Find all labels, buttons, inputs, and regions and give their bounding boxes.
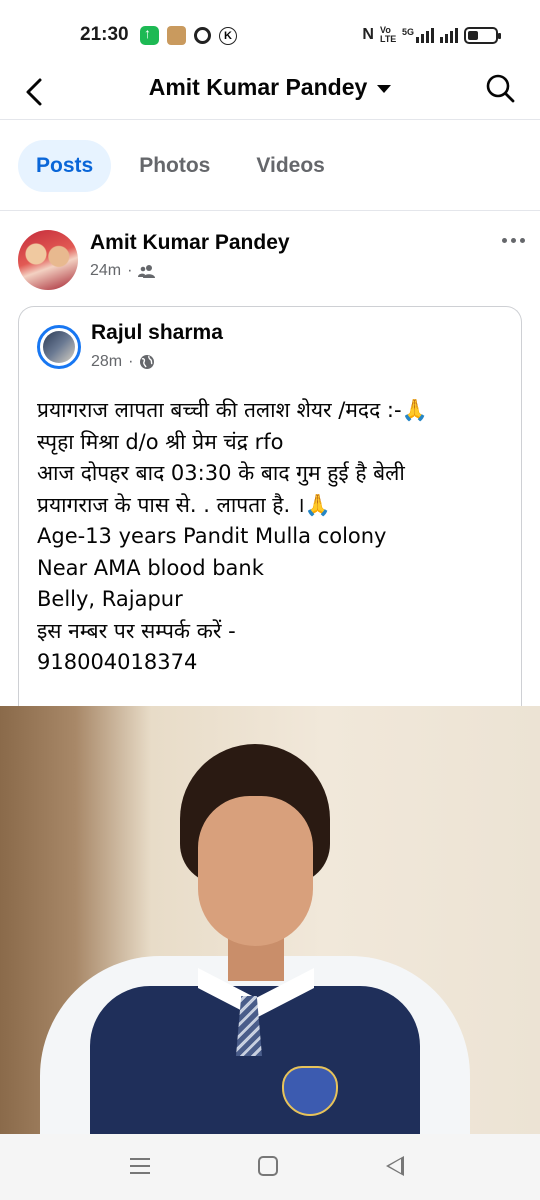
- profile-tabs: Posts Photos Videos: [0, 121, 540, 211]
- profile-switcher[interactable]: Amit Kumar Pandey: [149, 74, 392, 101]
- more-options-button[interactable]: [498, 230, 528, 250]
- home-button[interactable]: [258, 1156, 278, 1176]
- more-dot: [501, 237, 507, 243]
- battery-icon: [464, 26, 501, 44]
- tab-photos[interactable]: Photos: [121, 140, 228, 192]
- status-time: 21:30: [80, 24, 129, 45]
- post-meta: 24m ·: [90, 262, 156, 280]
- post-text-line: प्रयागराज लापता बच्ची की तलाश शेयर /मदद …: [37, 398, 428, 422]
- post-author[interactable]: Amit Kumar Pandey: [90, 231, 290, 255]
- more-dot: [519, 237, 525, 243]
- notification-icons: K: [140, 25, 237, 45]
- menu-line: [130, 1172, 150, 1174]
- search-button[interactable]: [484, 72, 516, 106]
- more-dot: [510, 237, 516, 243]
- volte-icon: Vo LTE: [379, 25, 397, 44]
- tab-videos[interactable]: Videos: [238, 140, 342, 192]
- post-header: Amit Kumar Pandey 24m ·: [18, 228, 528, 292]
- recent-apps-button[interactable]: [128, 1154, 152, 1178]
- shared-author[interactable]: Rajul sharma: [91, 321, 223, 345]
- status-bar: 21:30 K N Vo LTE 5G: [0, 0, 540, 66]
- post-text-line: Age-13 years Pandit Mulla colony: [37, 524, 387, 548]
- shared-avatar[interactable]: [37, 325, 81, 369]
- shared-meta: 28m ·: [91, 353, 155, 371]
- caret-down-icon: [377, 84, 392, 93]
- signal-icon: [440, 27, 458, 43]
- chrome-icon: [194, 27, 211, 44]
- search-icon: [486, 74, 515, 103]
- shared-post-card[interactable]: Rajul sharma 28m · प्रयागराज लापता बच्ची…: [18, 306, 522, 726]
- meta-separator: ·: [127, 262, 133, 279]
- post-time[interactable]: 24m: [90, 262, 121, 280]
- phone-number[interactable]: 918004018374: [37, 647, 512, 679]
- signal-5g-icon: 5G: [402, 27, 434, 43]
- avatar[interactable]: [18, 230, 78, 290]
- system-icons: N Vo LTE 5G: [362, 25, 501, 44]
- k-icon: K: [219, 26, 237, 45]
- package-icon: [167, 26, 186, 45]
- tab-posts[interactable]: Posts: [18, 139, 112, 192]
- post-text-line: Near AMA blood bank: [37, 555, 264, 580]
- post-photo[interactable]: [0, 706, 540, 1134]
- shared-avatar-image: [43, 331, 75, 363]
- shared-time[interactable]: 28m: [91, 353, 122, 371]
- post-text-line: इस नम्बर पर सम्पर्क करें -: [37, 618, 236, 643]
- system-navigation-bar: [0, 1134, 540, 1200]
- friends-icon: [138, 265, 156, 278]
- top-bar: Amit Kumar Pandey: [0, 66, 540, 120]
- menu-line: [130, 1165, 150, 1167]
- nfc-icon: N: [362, 26, 374, 43]
- post-text-line: Belly, Rajapur: [37, 587, 183, 611]
- post-text: प्रयागराज लापता बच्ची की तलाश शेयर /मदद …: [37, 395, 512, 679]
- menu-line: [130, 1158, 150, 1160]
- app-update-icon: [140, 25, 159, 45]
- post-text-line: प्रयागराज के पास से. . लापता है. ।🙏: [37, 492, 331, 517]
- post-text-line: आज दोपहर बाद 03:30 के बाद गुम हुई है बेल…: [37, 461, 405, 485]
- post-text-line: स्पृहा मिश्रा d/o श्री प्रेम चंद्र rfo: [37, 429, 284, 454]
- back-nav-button[interactable]: [386, 1156, 404, 1176]
- photo-face: [198, 796, 313, 946]
- meta-separator: ·: [128, 353, 134, 370]
- globe-icon: [140, 355, 155, 369]
- network-label: 5G: [401, 27, 414, 37]
- page-title: Amit Kumar Pandey: [148, 74, 368, 100]
